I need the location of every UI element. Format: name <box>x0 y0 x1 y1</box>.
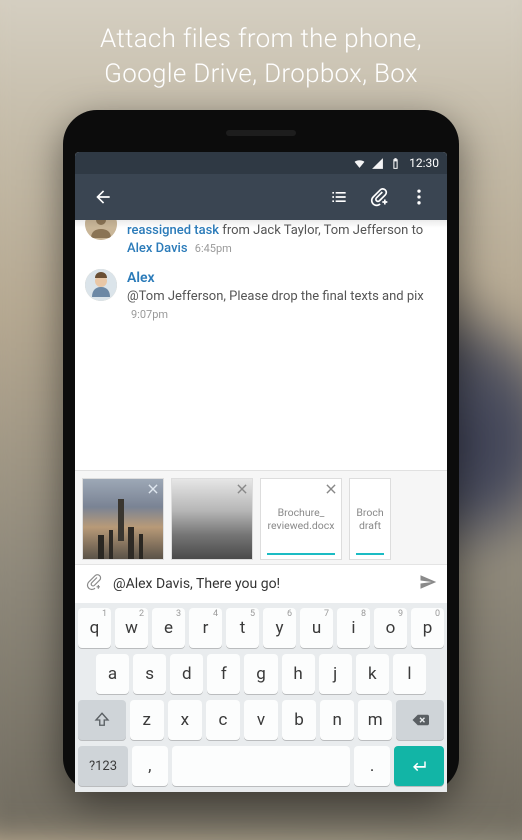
key-h[interactable]: h <box>282 654 315 694</box>
attachment-filename: Brochure_ reviewed.docx <box>268 506 335 532</box>
activity-time: 6:45pm <box>195 242 232 255</box>
backspace-icon <box>411 711 429 729</box>
key-k[interactable]: k <box>356 654 389 694</box>
close-icon <box>146 482 160 496</box>
key-o[interactable]: o9 <box>374 608 407 648</box>
attach-button[interactable] <box>359 177 399 217</box>
list-icon <box>329 187 349 207</box>
promo-headline: Attach files from the phone, Google Driv… <box>0 0 522 102</box>
send-icon <box>419 573 437 591</box>
phone-screen: 12:30 <box>75 152 447 792</box>
commenter-name: Alex <box>127 269 435 288</box>
compose-input[interactable]: @Alex Davis, There you go! <box>113 576 409 592</box>
content-area: reassigned task from Jack Taylor, Tom Je… <box>75 220 447 792</box>
status-bar: 12:30 <box>75 152 447 174</box>
key-b[interactable]: b <box>282 700 316 740</box>
space-key[interactable] <box>172 746 351 786</box>
enter-icon <box>410 757 428 775</box>
dots-vertical-icon <box>409 187 429 207</box>
comma-key[interactable]: , <box>132 746 168 786</box>
enter-key[interactable] <box>394 746 444 786</box>
key-p[interactable]: p0 <box>411 608 444 648</box>
attachment-tray: Brochure_ reviewed.docx Broch draft <box>75 470 447 564</box>
key-e[interactable]: e3 <box>152 608 185 648</box>
avatar <box>85 269 117 301</box>
activity-action: reassigned task <box>127 223 219 238</box>
period-key[interactable]: . <box>354 746 390 786</box>
comment-time: 9:07pm <box>131 308 168 321</box>
attachment-image[interactable] <box>82 478 164 560</box>
remove-attachment-button[interactable] <box>233 480 251 498</box>
attachment-image[interactable] <box>171 478 253 560</box>
back-button[interactable] <box>83 177 123 217</box>
overflow-button[interactable] <box>399 177 439 217</box>
battery-icon <box>389 157 402 170</box>
send-button[interactable] <box>419 573 437 595</box>
key-y[interactable]: y6 <box>263 608 296 648</box>
symbols-key[interactable]: ?123 <box>78 746 128 786</box>
key-z[interactable]: z <box>130 700 164 740</box>
attachment-document[interactable]: Brochure_ reviewed.docx <box>260 478 342 560</box>
key-f[interactable]: f <box>207 654 240 694</box>
app-toolbar <box>75 174 447 220</box>
attachment-filename: Broch draft <box>356 506 383 532</box>
key-x[interactable]: x <box>168 700 202 740</box>
key-t[interactable]: t5 <box>226 608 259 648</box>
attachment-document[interactable]: Broch draft <box>349 478 391 560</box>
close-icon <box>235 482 249 496</box>
key-n[interactable]: n <box>320 700 354 740</box>
key-a[interactable]: a <box>96 654 129 694</box>
key-c[interactable]: c <box>206 700 240 740</box>
remove-attachment-button[interactable] <box>322 480 340 498</box>
shift-icon <box>93 711 111 729</box>
key-s[interactable]: s <box>133 654 166 694</box>
shift-key[interactable] <box>78 700 126 740</box>
key-q[interactable]: q1 <box>78 608 111 648</box>
signal-icon <box>371 157 384 170</box>
compose-bar: @Alex Davis, There you go! <box>75 564 447 603</box>
key-m[interactable]: m <box>358 700 392 740</box>
key-d[interactable]: d <box>170 654 203 694</box>
compose-attach-button[interactable] <box>85 573 103 595</box>
soft-keyboard: q1w2e3r4t5y6u7i8o9p0 asdfghjkl zxcvbnm ?… <box>75 603 447 792</box>
list-button[interactable] <box>319 177 359 217</box>
status-time: 12:30 <box>409 156 439 170</box>
key-g[interactable]: g <box>244 654 277 694</box>
key-l[interactable]: l <box>393 654 426 694</box>
activity-item-reassign: reassigned task from Jack Taylor, Tom Je… <box>75 220 447 263</box>
remove-attachment-button[interactable] <box>144 480 162 498</box>
activity-item-comment: Alex @Tom Jefferson, Please drop the fin… <box>75 263 447 329</box>
comment-text: @Tom Jefferson, Please drop the final te… <box>127 289 424 304</box>
avatar <box>85 220 117 240</box>
close-icon <box>324 482 338 496</box>
key-j[interactable]: j <box>319 654 352 694</box>
paperclip-plus-icon <box>85 573 103 591</box>
key-v[interactable]: v <box>244 700 278 740</box>
key-i[interactable]: i8 <box>337 608 370 648</box>
key-u[interactable]: u7 <box>300 608 333 648</box>
phone-frame: 12:30 <box>63 110 459 792</box>
wifi-icon <box>353 157 366 170</box>
arrow-left-icon <box>93 187 113 207</box>
paperclip-plus-icon <box>369 187 389 207</box>
key-w[interactable]: w2 <box>115 608 148 648</box>
key-r[interactable]: r4 <box>189 608 222 648</box>
backspace-key[interactable] <box>396 700 444 740</box>
